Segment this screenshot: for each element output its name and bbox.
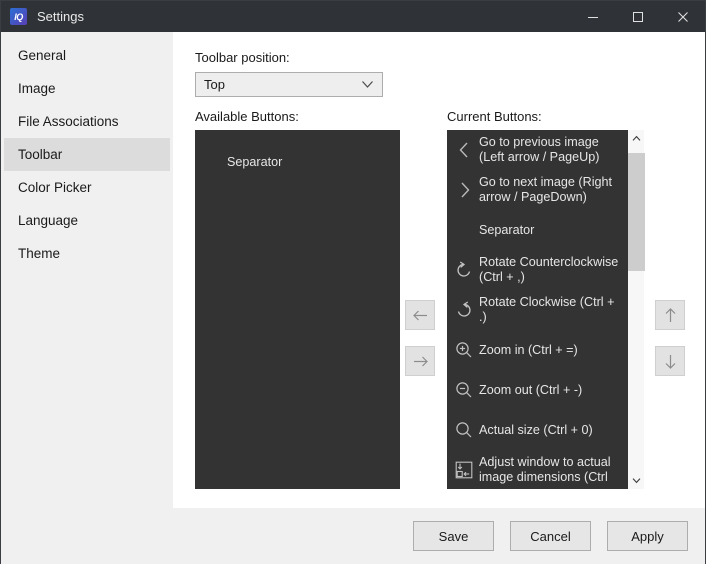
apply-button[interactable]: Apply bbox=[607, 521, 688, 551]
sidebar-item-label: Language bbox=[18, 213, 79, 228]
sidebar-item-toolbar[interactable]: Toolbar bbox=[4, 138, 170, 171]
sidebar-item-label: General bbox=[18, 48, 67, 63]
actual-size-icon bbox=[451, 421, 477, 439]
sidebar-item-label: Color Picker bbox=[18, 180, 92, 195]
arrow-up-icon bbox=[665, 307, 675, 322]
zoom-out-icon bbox=[451, 381, 477, 399]
dialog-footer: Save Cancel Apply bbox=[1, 508, 705, 564]
list-item-label: Rotate Clockwise (Ctrl + .) bbox=[479, 295, 615, 324]
list-item[interactable]: Zoom in (Ctrl + =) bbox=[447, 330, 627, 370]
settings-content-toolbar: Toolbar position: Top Available Buttons:… bbox=[173, 32, 705, 508]
move-down-button[interactable] bbox=[655, 346, 685, 376]
list-item[interactable]: Go to next image (Right arrow / PageDown… bbox=[447, 170, 627, 210]
arrow-down-icon bbox=[665, 354, 675, 369]
move-to-current-button[interactable] bbox=[405, 346, 435, 376]
scroll-up-button[interactable] bbox=[628, 130, 645, 147]
available-buttons-list[interactable]: Separator bbox=[195, 130, 400, 489]
list-item-label: Zoom in (Ctrl + =) bbox=[479, 342, 578, 357]
list-item[interactable]: Zoom out (Ctrl + -) bbox=[447, 370, 627, 410]
scroll-down-button[interactable] bbox=[628, 472, 645, 489]
sidebar-item-label: Theme bbox=[18, 246, 61, 261]
scrollbar-thumb[interactable] bbox=[627, 153, 645, 271]
toolbar-position-value: Top bbox=[204, 77, 225, 92]
toolbar-position-label: Toolbar position: bbox=[195, 50, 290, 65]
rotate-ccw-icon bbox=[451, 261, 477, 279]
move-to-available-button[interactable] bbox=[405, 300, 435, 330]
list-item[interactable]: Actual size (Ctrl + 0) bbox=[447, 410, 627, 450]
sidebar-item-label: File Associations bbox=[18, 114, 119, 129]
sidebar-item-label: Toolbar bbox=[18, 147, 63, 162]
chevron-down-icon bbox=[361, 77, 374, 92]
chevron-right-icon bbox=[451, 180, 477, 200]
sidebar-item-image[interactable]: Image bbox=[4, 72, 170, 105]
arrow-left-icon bbox=[412, 310, 427, 320]
dialog-body: General Image File Associations Toolbar … bbox=[1, 32, 705, 508]
sidebar-item-label: Image bbox=[18, 81, 56, 96]
list-item[interactable]: Go to previous image (Left arrow / PageU… bbox=[447, 130, 627, 170]
maximize-button[interactable] bbox=[615, 1, 660, 32]
list-item[interactable]: Separator bbox=[195, 142, 400, 182]
sidebar-item-general[interactable]: General bbox=[4, 39, 170, 72]
settings-window: IQ Settings General Image File Associati… bbox=[0, 0, 706, 564]
current-buttons-label: Current Buttons: bbox=[447, 109, 542, 124]
scrollbar-track[interactable] bbox=[627, 147, 645, 472]
settings-sidebar: General Image File Associations Toolbar … bbox=[1, 32, 173, 508]
list-item-label: Zoom out (Ctrl + -) bbox=[479, 382, 583, 397]
zoom-in-icon bbox=[451, 341, 477, 359]
sidebar-item-theme[interactable]: Theme bbox=[4, 237, 170, 270]
list-item-label: Rotate Counterclockwise (Ctrl + ,) bbox=[479, 255, 619, 284]
list-item-label: Go to previous image (Left arrow / PageU… bbox=[479, 135, 600, 164]
list-item[interactable]: Rotate Counterclockwise (Ctrl + ,) bbox=[447, 250, 627, 290]
window-controls bbox=[570, 1, 705, 32]
list-item-label: Separator bbox=[479, 222, 535, 237]
close-icon bbox=[677, 11, 688, 22]
title-bar: IQ Settings bbox=[1, 1, 705, 32]
list-item-label: Actual size (Ctrl + 0) bbox=[479, 422, 593, 437]
fit-window-icon bbox=[451, 461, 477, 479]
maximize-icon bbox=[632, 11, 643, 22]
list-item-label: Separator bbox=[227, 154, 283, 169]
toolbar-position-select[interactable]: Top bbox=[195, 72, 383, 97]
rotate-cw-icon bbox=[451, 301, 477, 319]
window-title: Settings bbox=[37, 9, 84, 24]
sidebar-item-language[interactable]: Language bbox=[4, 204, 170, 237]
current-buttons-scrollbar[interactable] bbox=[627, 130, 645, 489]
list-item-label: Adjust window to actual image dimensions… bbox=[479, 455, 611, 484]
sidebar-item-file-associations[interactable]: File Associations bbox=[4, 105, 170, 138]
app-icon: IQ bbox=[10, 8, 27, 25]
chevron-down-icon bbox=[632, 478, 640, 484]
available-buttons-label: Available Buttons: bbox=[195, 109, 299, 124]
minimize-icon bbox=[587, 16, 598, 18]
sidebar-item-color-picker[interactable]: Color Picker bbox=[4, 171, 170, 204]
chevron-up-icon bbox=[632, 135, 640, 141]
move-up-button[interactable] bbox=[655, 300, 685, 330]
current-buttons-list[interactable]: Go to previous image (Left arrow / PageU… bbox=[447, 130, 627, 489]
list-item[interactable]: Separator bbox=[447, 210, 627, 250]
list-item[interactable]: Rotate Clockwise (Ctrl + .) bbox=[447, 290, 627, 330]
save-button[interactable]: Save bbox=[413, 521, 494, 551]
list-item-label: Go to next image (Right arrow / PageDown… bbox=[479, 175, 612, 204]
arrow-right-icon bbox=[413, 356, 428, 366]
close-button[interactable] bbox=[660, 1, 705, 32]
minimize-button[interactable] bbox=[570, 1, 615, 32]
cancel-button[interactable]: Cancel bbox=[510, 521, 591, 551]
chevron-left-icon bbox=[451, 140, 477, 160]
list-item[interactable]: Adjust window to actual image dimensions… bbox=[447, 450, 627, 489]
